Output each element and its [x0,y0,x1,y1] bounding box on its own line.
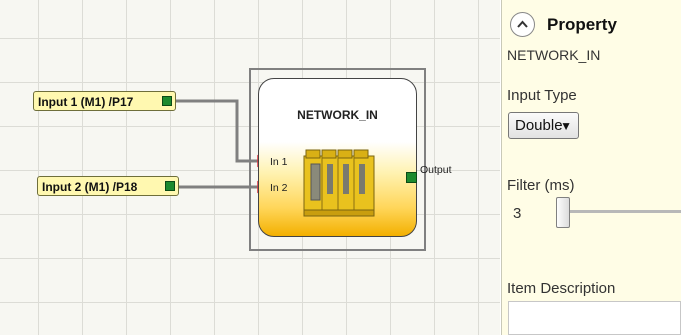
diagram-canvas[interactable]: Input 1 (M1) /P17 Input 2 (M1) /P18 NETW… [0,0,500,335]
item-description-label: Item Description [507,280,616,297]
input-2-output-pin[interactable] [165,181,175,191]
input-2-node[interactable]: Input 2 (M1) /P18 [37,176,179,196]
panel-subtitle: NETWORK_IN [507,47,601,63]
input-2-label: Input 2 (M1) /P18 [42,180,138,194]
safety-module-icon [303,149,375,217]
wire-input-1 [176,99,258,163]
output-label: Output [420,164,452,176]
block-title: NETWORK_IN [297,108,378,122]
chevron-up-icon [517,20,528,28]
dropdown-arrow-icon: ▼ [560,119,572,133]
filter-slider-thumb[interactable] [556,197,570,228]
collapse-button[interactable] [510,12,535,37]
in-1-label: In 1 [270,156,288,168]
input-1-output-pin[interactable] [162,96,172,106]
item-description-field[interactable] [508,301,681,335]
output-pin[interactable] [406,172,417,183]
input-type-select[interactable]: Double ▼ [508,112,579,139]
input-type-value: Double [515,117,563,134]
input-type-label: Input Type [507,87,577,104]
filter-label: Filter (ms) [507,177,575,194]
input-1-node[interactable]: Input 1 (M1) /P17 [33,91,176,111]
filter-slider-track[interactable] [560,210,681,213]
filter-value: 3 [513,205,522,222]
panel-title: Property [547,15,617,34]
input-1-label: Input 1 (M1) /P17 [38,95,134,109]
in-2-label: In 2 [270,182,288,194]
